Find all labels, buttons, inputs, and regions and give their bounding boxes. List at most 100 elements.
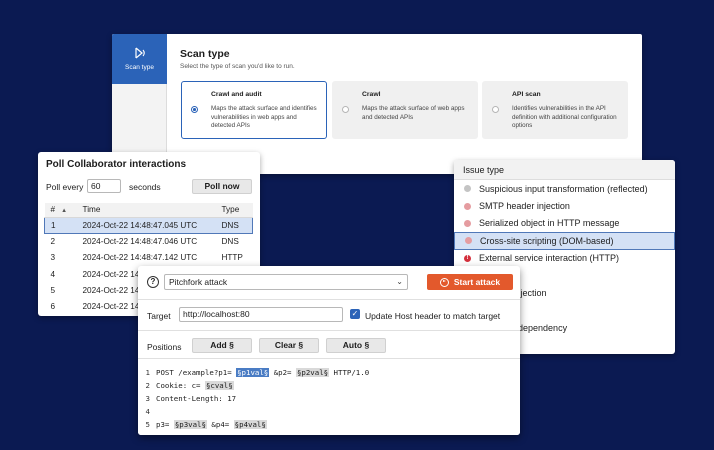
seconds-label: seconds [129, 182, 161, 192]
issue-type-header: Issue type [454, 160, 675, 180]
update-host-label: Update Host header to match target [365, 311, 501, 321]
poll-every-label: Poll every [46, 182, 84, 192]
issue-item-label: Cross-site scripting (DOM-based) [480, 235, 614, 246]
table-cell-type: HTTP [221, 253, 243, 263]
payload-marker[interactable]: §p3val§ [173, 420, 207, 429]
divider [138, 330, 520, 331]
start-attack-button[interactable]: Start attack [427, 274, 513, 290]
scan-option-crawl[interactable]: Crawl Maps the attack surface of web app… [332, 81, 478, 139]
sidebar-tab-scan-type[interactable]: Scan type [112, 34, 167, 84]
scan-type-subtitle: Select the type of scan you'd like to ru… [180, 63, 295, 70]
poll-now-button[interactable]: Poll now [192, 179, 252, 194]
request-text: &p4= [206, 420, 234, 429]
table-cell-num: 1 [44, 216, 77, 234]
line-number: 2 [145, 381, 150, 390]
issue-item[interactable]: Cross-site scripting (DOM-based) [454, 232, 675, 250]
scan-option-description: Maps the attack surface of web apps and … [362, 105, 465, 121]
scan-option-api-scan[interactable]: API scan Identifies vulnerabilities in t… [482, 81, 628, 139]
severity-low-icon [465, 237, 472, 245]
request-text: Cookie: c= [156, 381, 205, 390]
intruder-panel: ? Pitchfork attack ⌄ Start attack Target… [138, 266, 520, 435]
severity-low-icon [464, 202, 471, 210]
radio-unselected[interactable] [492, 106, 499, 113]
request-line: 2 Cookie: c= §cval§ [138, 380, 234, 392]
line-number: 5 [145, 420, 150, 429]
poll-panel-title: Poll Collaborator interactions [46, 159, 187, 170]
scan-option-description: Identifies vulnerabilities in the API de… [512, 105, 617, 130]
column-header-time[interactable]: Time [76, 203, 216, 218]
issue-item-label: External service interaction (HTTP) [479, 253, 620, 264]
table-row[interactable]: 1 2024-Oct-22 14:48:47.045 UTC DNS [44, 216, 253, 234]
help-icon[interactable]: ? [147, 276, 159, 288]
divider [138, 299, 520, 300]
target-url-input[interactable]: http://localhost:80 [179, 307, 343, 322]
clear-markers-button[interactable]: Clear § [259, 338, 319, 353]
target-label: Target [147, 311, 171, 321]
chevron-down-icon: ⌄ [396, 277, 403, 286]
payload-marker[interactable]: §cval§ [204, 381, 234, 390]
attack-type-select[interactable]: Pitchfork attack ⌄ [164, 274, 408, 290]
auto-markers-button[interactable]: Auto § [326, 338, 386, 353]
table-cell-type: DNS [215, 216, 253, 234]
request-line: 1 POST /example?p1= §p1val§ &p2= §p2val§ … [138, 367, 369, 379]
table-row[interactable]: 2 2024-Oct-22 14:48:47.046 UTC DNS [45, 233, 253, 249]
table-cell-num: 3 [50, 253, 56, 263]
column-header-label: # [50, 205, 56, 215]
payload-marker[interactable]: §p2val§ [295, 368, 330, 377]
table-cell-time: 2024-Oct-22 14:48:47.045 UTC [76, 216, 216, 234]
issue-item[interactable]: SMTP header injection [454, 197, 675, 214]
scan-option-title: Crawl [362, 91, 381, 98]
table-cell-num: 2 [50, 237, 56, 247]
request-text: p3= [156, 420, 174, 429]
table-header-row: # ▲ Time Type [44, 203, 253, 218]
severity-info-icon [464, 185, 471, 193]
line-number: 1 [145, 368, 150, 377]
request-text: HTTP/1.0 [329, 368, 370, 377]
sort-ascending-icon[interactable]: ▲ [61, 208, 67, 214]
table-cell-time: 2024-Oct-22 14:48:47.046 UTC [82, 237, 198, 247]
start-attack-label: Start attack [453, 277, 501, 287]
request-text: POST /example?p1= [156, 368, 237, 377]
request-text: Content-Length: 17 [156, 394, 237, 403]
issue-item-label: Serialized object in HTTP message [479, 218, 620, 229]
table-cell-num: 4 [50, 269, 56, 279]
request-line: 4 [138, 406, 156, 418]
poll-interval-input[interactable]: 60 [87, 179, 121, 193]
scan-option-crawl-and-audit[interactable]: Crawl and audit Maps the attack surface … [181, 81, 327, 139]
radio-unselected[interactable] [342, 106, 349, 113]
line-number: 4 [145, 407, 150, 416]
severity-low-icon [464, 219, 471, 227]
scan-icon [133, 47, 147, 59]
attack-type-value: Pitchfork attack [169, 277, 228, 287]
scan-option-title: Crawl and audit [211, 91, 262, 98]
add-marker-button[interactable]: Add § [192, 338, 252, 353]
update-host-checkbox[interactable]: ✓ [350, 309, 360, 319]
payload-marker[interactable]: §p4val§ [233, 420, 267, 429]
line-number: 3 [145, 394, 150, 403]
table-cell-num: 6 [50, 302, 56, 312]
issue-item-label: Suspicious input transformation (reflect… [479, 183, 648, 194]
issue-item[interactable]: Suspicious input transformation (reflect… [454, 180, 675, 197]
column-header-number[interactable]: # ▲ [44, 203, 77, 218]
scan-option-title: API scan [512, 91, 541, 98]
table-cell-time: 2024-Oct-22 14:48:47.142 UTC [82, 253, 198, 263]
severity-high-icon [464, 254, 471, 263]
request-line: 5 p3= §p3val§ &p4= §p4val§ [138, 419, 267, 431]
table-cell-type: DNS [221, 237, 239, 247]
request-line: 3 Content-Length: 17 [138, 393, 237, 405]
issue-item-label: SMTP header injection [479, 201, 570, 212]
radio-selected[interactable] [191, 106, 198, 113]
sidebar-tab-label: Scan type [125, 64, 154, 71]
table-row[interactable]: 3 2024-Oct-22 14:48:47.142 UTC HTTP [45, 250, 253, 266]
issue-item[interactable]: Serialized object in HTTP message [454, 215, 675, 232]
issue-item[interactable]: External service interaction (HTTP) [454, 250, 675, 267]
scan-option-description: Maps the attack surface and identifies v… [211, 105, 317, 130]
positions-label: Positions [147, 342, 182, 352]
request-text: &p2= [269, 368, 296, 377]
request-editor[interactable]: 1 POST /example?p1= §p1val§ &p2= §p2val§ … [138, 359, 520, 435]
column-header-type[interactable]: Type [215, 203, 253, 218]
scan-type-title: Scan type [180, 48, 230, 60]
table-cell-num: 5 [50, 285, 56, 295]
play-icon [439, 277, 449, 287]
payload-marker[interactable]: §p1val§ [236, 368, 270, 377]
